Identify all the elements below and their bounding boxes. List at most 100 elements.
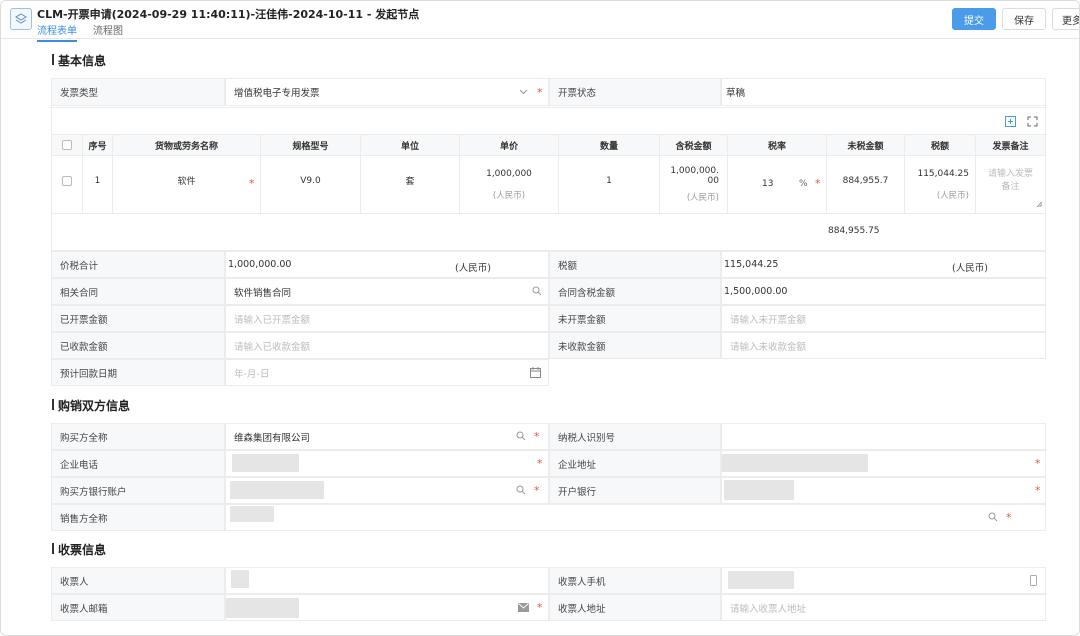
expected-date-placeholder: 年-月-日 (234, 368, 270, 380)
search-icon[interactable] (516, 431, 526, 444)
col-header: 含税金额 (660, 134, 728, 156)
row-checkbox[interactable] (62, 175, 72, 186)
buyer-input[interactable]: 维森集团有限公司 * (225, 423, 549, 450)
taxpayer-id-input[interactable] (721, 423, 1046, 450)
company-address-label: 企业地址 (549, 450, 721, 477)
company-phone-input[interactable]: * (225, 450, 549, 477)
untaxed-total: 884,955.75 (828, 226, 880, 236)
row-index: 1 (83, 156, 113, 214)
receiver-address-label: 收票人地址 (549, 594, 721, 621)
calendar-icon[interactable] (530, 367, 541, 381)
add-row-icon[interactable] (1005, 116, 1016, 130)
company-address-input[interactable]: * (721, 450, 1046, 477)
item-name-cell[interactable]: 软件 * (113, 156, 261, 214)
submit-button[interactable]: 提交 (952, 8, 996, 30)
contract-input[interactable]: 软件销售合同 (225, 278, 549, 305)
resize-handle-icon[interactable] (1036, 200, 1043, 210)
received-input[interactable]: 请输入已收款金额 (225, 332, 549, 359)
col-header: 数量 (559, 134, 660, 156)
spec-cell[interactable]: V9.0 (261, 156, 361, 214)
tax-currency-label: (人民币) (952, 263, 988, 274)
item-name: 软件 (177, 177, 196, 187)
uninvoiced-label: 未开票金额 (549, 305, 721, 332)
total-value: 1,000,000.00 (228, 259, 292, 270)
redacted-block (230, 506, 274, 522)
tax-rate-cell[interactable]: 13 % * (728, 156, 827, 214)
more-button[interactable]: 更多 (1052, 8, 1079, 30)
invoice-note-textarea[interactable]: 请输入发票 备注 (976, 156, 1045, 214)
fullscreen-icon[interactable] (1027, 116, 1038, 130)
item-tax: 115,044.25 (917, 168, 969, 179)
redacted-block (231, 570, 249, 588)
note-placeholder-1: 请输入发票 (987, 169, 1033, 179)
invoice-status-label: 开票状态 (549, 78, 721, 106)
unit-cell[interactable]: 套 (361, 156, 460, 214)
untaxed-cell[interactable]: 884,955.7 (827, 156, 905, 214)
redacted-block (232, 454, 299, 472)
bank-input[interactable]: * (721, 477, 1046, 504)
redacted-block (722, 454, 868, 472)
col-header: 货物或劳务名称 (113, 134, 261, 156)
mobile-icon (1030, 575, 1037, 589)
unreceived-input[interactable]: 请输入未收款金额 (721, 332, 1046, 359)
total-label: 价税合计 (51, 251, 225, 278)
redacted-block (728, 571, 794, 589)
taxpayer-id-label: 纳税人识别号 (549, 423, 721, 450)
col-header: 序号 (83, 134, 113, 156)
required-icon: * (537, 457, 543, 470)
item-unit: 套 (405, 177, 415, 187)
price-currency: (人民币) (492, 190, 526, 201)
required-icon: * (1035, 484, 1041, 497)
item-amount-line2: 00 (707, 176, 719, 186)
tab-flowchart[interactable]: 流程图 (93, 22, 123, 42)
col-header: 单价 (460, 134, 559, 156)
receiver-email-input[interactable]: * (225, 594, 549, 621)
invoice-items-table: 序号 货物或劳务名称 规格型号 单位 单价 数量 含税金额 税率 未税金额 税额… (51, 107, 1046, 251)
buyer-label: 购买方全称 (51, 423, 225, 450)
row-index-text: 1 (94, 175, 101, 186)
redacted-block (724, 480, 794, 500)
header: CLM-开票申请(2024-09-29 11:40:11)-汪佳伟-2024-1… (1, 1, 1079, 42)
invoiced-label: 已开票金额 (51, 305, 225, 332)
expected-date-input[interactable]: 年-月-日 (225, 359, 549, 386)
tax-cell[interactable]: 115,044.25 (人民币) (905, 156, 976, 214)
invoiced-input[interactable]: 请输入已开票金额 (225, 305, 549, 332)
col-header: 税额 (905, 134, 976, 156)
invoice-type-label: 发票类型 (51, 78, 225, 106)
seller-input[interactable]: * (225, 504, 1046, 531)
required-icon: * (1035, 457, 1041, 470)
tax-value: 115,044.25 (724, 259, 779, 270)
amount-currency: (人民币) (686, 193, 719, 203)
contract-value: 软件销售合同 (234, 287, 292, 299)
qty-cell[interactable]: 1 (559, 156, 660, 214)
tab-bar: 流程表单 流程图 (37, 22, 123, 42)
search-icon[interactable] (988, 512, 998, 525)
invoice-type-select[interactable]: 增值税电子专用发票 * (225, 78, 549, 106)
total-field: 1,000,000.00 (人民币) (225, 251, 549, 278)
col-header: 规格型号 (261, 134, 361, 156)
uninvoiced-input[interactable]: 请输入未开票金额 (721, 305, 1046, 332)
select-all-checkbox[interactable] (62, 140, 72, 150)
buyer-bank-account-input[interactable]: * (225, 477, 549, 504)
required-icon: * (815, 177, 821, 190)
item-amount-line1: 1,000,000. (670, 166, 719, 176)
required-icon: * (534, 430, 540, 443)
tax-currency: (人民币) (936, 190, 969, 201)
receiver-phone-input[interactable] (721, 567, 1046, 594)
receiver-name-input[interactable] (225, 567, 549, 594)
required-icon: * (249, 177, 255, 190)
expected-date-label: 预计回款日期 (51, 359, 225, 386)
save-button[interactable]: 保存 (1002, 8, 1046, 30)
price-cell[interactable]: 1,000,000 (人民币) (460, 156, 559, 214)
section-title-basic: 基本信息 (51, 54, 107, 68)
search-icon[interactable] (532, 286, 542, 299)
receiver-name-label: 收票人 (51, 567, 225, 594)
bank-label: 开户银行 (549, 477, 721, 504)
search-icon[interactable] (516, 485, 526, 498)
received-label: 已收款金额 (51, 332, 225, 359)
receiver-address-input[interactable]: 请输入收票人地址 (721, 594, 1046, 621)
redacted-block (230, 481, 324, 499)
buyer-value: 维森集团有限公司 (234, 432, 311, 444)
amount-cell[interactable]: 1,000,000. 00 (人民币) (660, 156, 728, 214)
tab-form[interactable]: 流程表单 (37, 22, 77, 42)
